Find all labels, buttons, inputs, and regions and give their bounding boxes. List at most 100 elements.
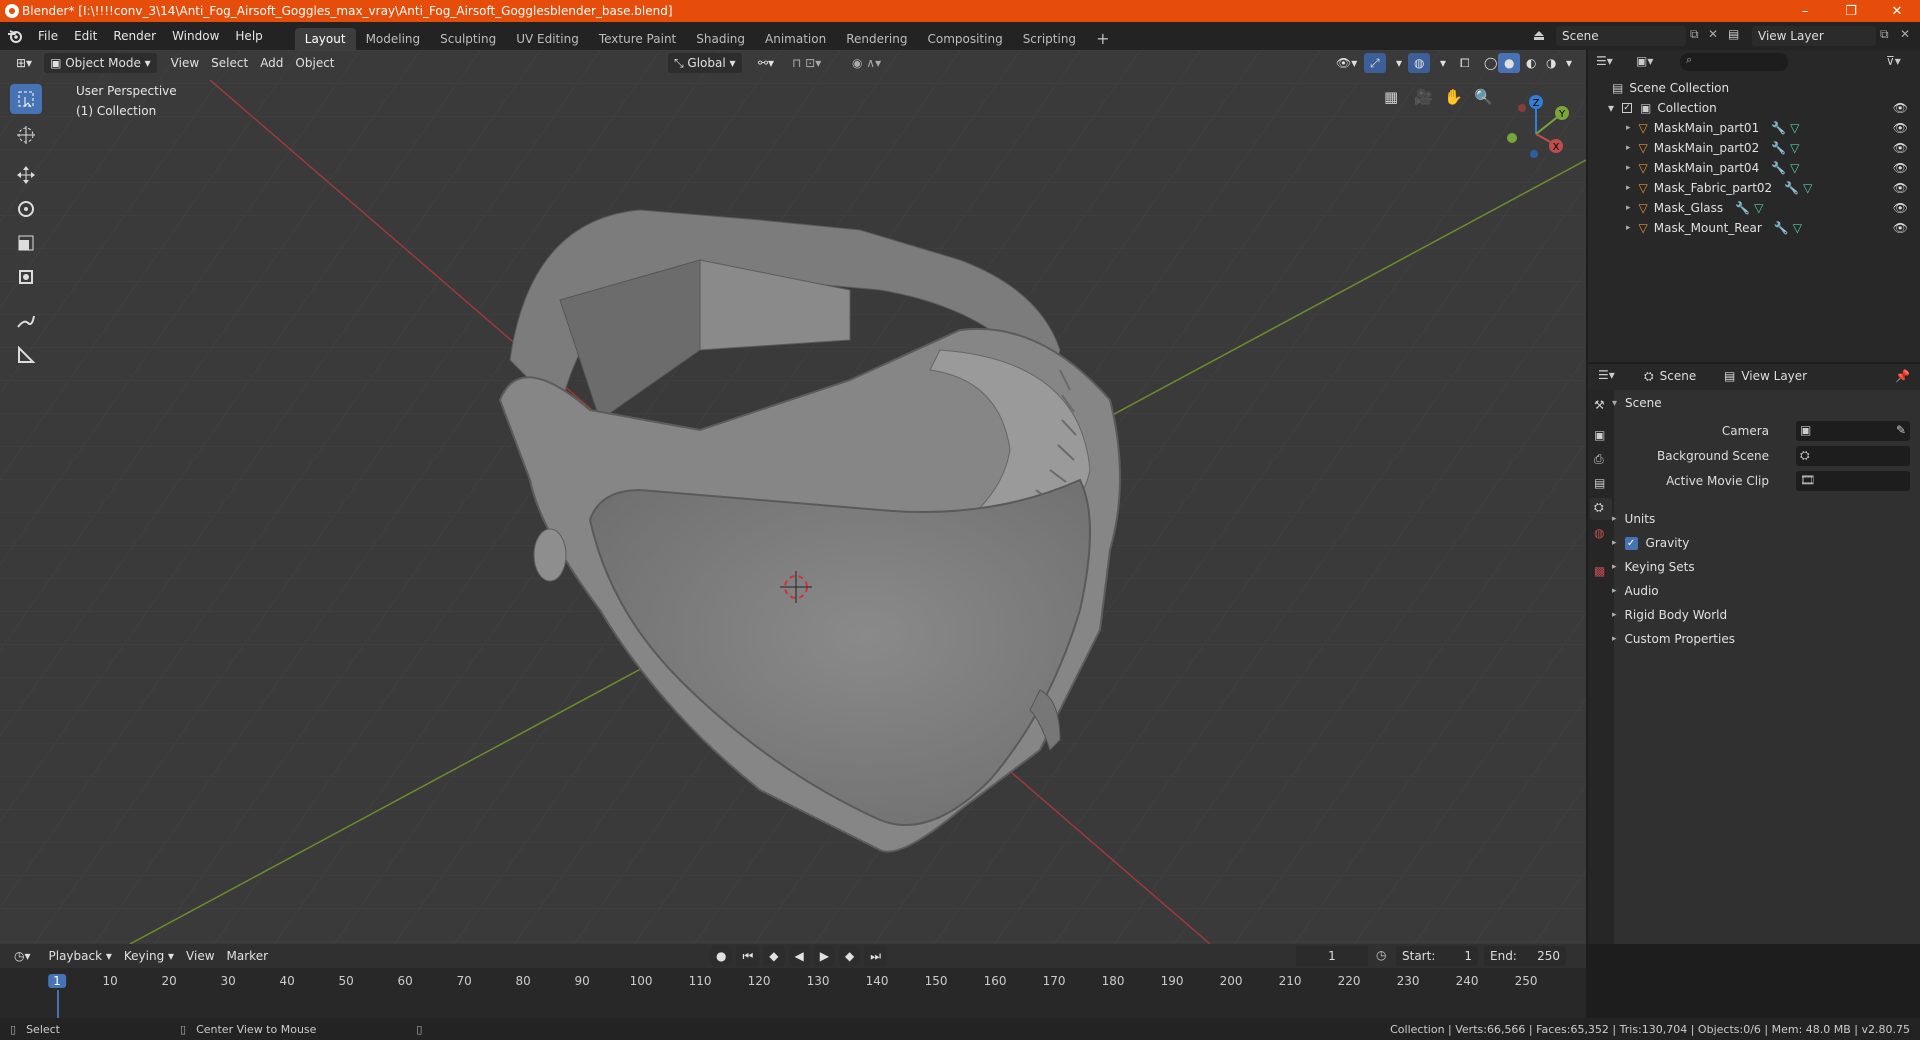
- tab-animation[interactable]: Animation: [755, 28, 836, 50]
- modifier-icon[interactable]: 🔧: [1771, 161, 1786, 175]
- display-mode-icon[interactable]: ▣▾: [1636, 54, 1653, 68]
- editor-type-icon[interactable]: ⊞▾: [10, 53, 38, 73]
- record-icon[interactable]: ●: [710, 946, 733, 966]
- scene-browse-icon[interactable]: [1530, 26, 1548, 44]
- select-box-tool[interactable]: [10, 84, 42, 114]
- menu-file[interactable]: File: [30, 22, 66, 50]
- collection-checkbox[interactable]: ✓: [1622, 103, 1633, 113]
- render-tab-icon[interactable]: ▣: [1594, 428, 1605, 442]
- mesh-data-icon[interactable]: ▽: [1803, 181, 1812, 195]
- mode-dropdown[interactable]: ▣ Object Mode ▾: [44, 53, 157, 73]
- outliner-item[interactable]: ▸ ▽ Mask_Fabric_part02 🔧 ▽ 👁: [1588, 178, 1920, 198]
- mesh-data-icon[interactable]: ▽: [1754, 201, 1763, 215]
- panel-header[interactable]: ▸ Rigid Body World: [1612, 604, 1912, 626]
- gizmo-neg-y-icon[interactable]: [1507, 133, 1517, 143]
- timeline-menu-view[interactable]: View: [180, 946, 220, 966]
- viewlayer-side-tab-icon[interactable]: ▤: [1594, 476, 1605, 490]
- expand-arrow-icon[interactable]: ▸: [1626, 123, 1631, 133]
- viewlayer-browse-icon[interactable]: ▤: [1728, 27, 1739, 41]
- start-frame-field[interactable]: Start: 1: [1396, 946, 1478, 966]
- panel-header[interactable]: ▸ Units: [1612, 508, 1912, 530]
- mesh-data-icon[interactable]: ▽: [1790, 141, 1799, 155]
- texture-tab-icon[interactable]: ▩: [1594, 564, 1605, 578]
- add-workspace-icon[interactable]: +: [1086, 28, 1119, 50]
- mesh-data-icon[interactable]: ▽: [1790, 121, 1799, 135]
- output-tab-icon[interactable]: ⎙: [1594, 452, 1604, 467]
- timeline-menu-keying[interactable]: Keying ▾: [118, 946, 180, 966]
- expand-arrow-icon[interactable]: ▸: [1626, 163, 1631, 173]
- 3d-viewport[interactable]: [0, 50, 1586, 944]
- outliner-item[interactable]: ▸ ▽ MaskMain_part02 🔧 ▽ 👁: [1588, 138, 1920, 158]
- cursor-tool[interactable]: [10, 120, 42, 150]
- new-viewlayer-icon[interactable]: ⧉: [1880, 27, 1889, 42]
- outliner-scene-collection[interactable]: ▤ Scene Collection: [1588, 78, 1920, 98]
- visibility-eye-icon[interactable]: 👁: [1893, 161, 1908, 175]
- gravity-checkbox[interactable]: ✓: [1624, 536, 1638, 550]
- visibility-icon[interactable]: 👁▾: [1330, 53, 1363, 73]
- tab-scripting[interactable]: Scripting: [1013, 28, 1086, 50]
- pivot-icon[interactable]: ⚯▾: [752, 53, 780, 73]
- scene-tab[interactable]: ⛭ Scene: [1644, 369, 1696, 384]
- menu-help[interactable]: Help: [227, 22, 270, 50]
- tab-texture-paint[interactable]: Texture Paint: [589, 28, 686, 50]
- modifier-icon[interactable]: 🔧: [1774, 221, 1789, 235]
- panel-header[interactable]: ▸ Audio: [1612, 580, 1912, 602]
- minimize-button[interactable]: –: [1782, 0, 1828, 22]
- camera-view-icon[interactable]: 🎥: [1414, 88, 1433, 106]
- outliner-editor-icon[interactable]: ☰▾: [1596, 54, 1613, 68]
- jump-end-icon[interactable]: ⏭: [864, 946, 888, 966]
- panel-header[interactable]: ▸ Keying Sets: [1612, 556, 1912, 578]
- collection-eye-icon[interactable]: 👁: [1893, 101, 1908, 115]
- modifier-icon[interactable]: 🔧: [1735, 201, 1750, 215]
- viewport-menu-object[interactable]: Object: [289, 53, 340, 73]
- outliner-item[interactable]: ▸ ▽ Mask_Glass 🔧 ▽ 👁: [1588, 198, 1920, 218]
- outliner-item[interactable]: ▸ ▽ Mask_Mount_Rear 🔧 ▽ 👁: [1588, 218, 1920, 238]
- scene-side-tab-icon[interactable]: ⛭: [1590, 498, 1612, 520]
- measure-tool[interactable]: [10, 340, 42, 370]
- pan-view-icon[interactable]: ✋: [1444, 88, 1463, 106]
- viewport-menu-add[interactable]: Add: [254, 53, 289, 73]
- expand-arrow-icon[interactable]: ▸: [1626, 143, 1631, 153]
- playhead[interactable]: [57, 990, 59, 1018]
- preview-range-icon[interactable]: ◷: [1376, 948, 1386, 962]
- outliner-search-input[interactable]: ⌕: [1680, 53, 1788, 71]
- scene-section-header[interactable]: ▾ Scene: [1612, 392, 1912, 414]
- delete-viewlayer-icon[interactable]: ✕: [1900, 27, 1910, 41]
- zoom-view-icon[interactable]: 🔍: [1474, 88, 1493, 106]
- properties-editor-icon[interactable]: ☰▾: [1598, 368, 1615, 382]
- eyedropper-icon[interactable]: ✎: [1896, 423, 1906, 437]
- tab-compositing[interactable]: Compositing: [917, 28, 1012, 50]
- outliner-item[interactable]: ▸ ▽ MaskMain_part01 🔧 ▽ 👁: [1588, 118, 1920, 138]
- play-reverse-icon[interactable]: ◀: [788, 946, 810, 966]
- scene-name-field[interactable]: Scene: [1556, 26, 1686, 46]
- blender-menu-icon[interactable]: [0, 29, 30, 43]
- modifier-icon[interactable]: 🔧: [1784, 181, 1799, 195]
- new-scene-icon[interactable]: ⧉: [1690, 27, 1699, 42]
- prev-keyframe-icon[interactable]: ◆: [763, 946, 785, 966]
- expand-arrow-icon[interactable]: ▸: [1626, 223, 1631, 233]
- viewport-menu-view[interactable]: View: [165, 53, 205, 73]
- visibility-eye-icon[interactable]: 👁: [1893, 141, 1908, 155]
- outliner-collection[interactable]: ▾ ✓ ▣ Collection 👁: [1588, 98, 1920, 118]
- tab-layout[interactable]: Layout: [294, 28, 356, 50]
- mesh-data-icon[interactable]: ▽: [1793, 221, 1802, 235]
- delete-scene-icon[interactable]: ✕: [1708, 27, 1718, 41]
- orientation-dropdown[interactable]: ⤡ Global ▾: [668, 53, 742, 73]
- gizmo-toggle-icon[interactable]: ⤢: [1364, 53, 1386, 73]
- filter-icon[interactable]: ⊽▾: [1886, 54, 1901, 68]
- background-scene-field[interactable]: ⛭: [1796, 446, 1910, 466]
- modifier-icon[interactable]: 🔧: [1771, 121, 1786, 135]
- xray-icon[interactable]: ⧠: [1454, 53, 1476, 73]
- menu-render[interactable]: Render: [105, 22, 164, 50]
- tab-modeling[interactable]: Modeling: [356, 28, 431, 50]
- timeline-menu-marker[interactable]: Marker: [221, 946, 274, 966]
- pin-icon[interactable]: 📌: [1895, 369, 1910, 383]
- rotate-tool[interactable]: [10, 194, 42, 224]
- shading-dropdown-icon[interactable]: ▾: [1560, 53, 1578, 73]
- visibility-eye-icon[interactable]: 👁: [1893, 221, 1908, 235]
- menu-edit[interactable]: Edit: [66, 22, 105, 50]
- next-keyframe-icon[interactable]: ◆: [839, 946, 861, 966]
- overlay-dropdown-icon[interactable]: ▾: [1434, 53, 1452, 73]
- menu-window[interactable]: Window: [164, 22, 227, 50]
- scale-tool[interactable]: [10, 228, 42, 258]
